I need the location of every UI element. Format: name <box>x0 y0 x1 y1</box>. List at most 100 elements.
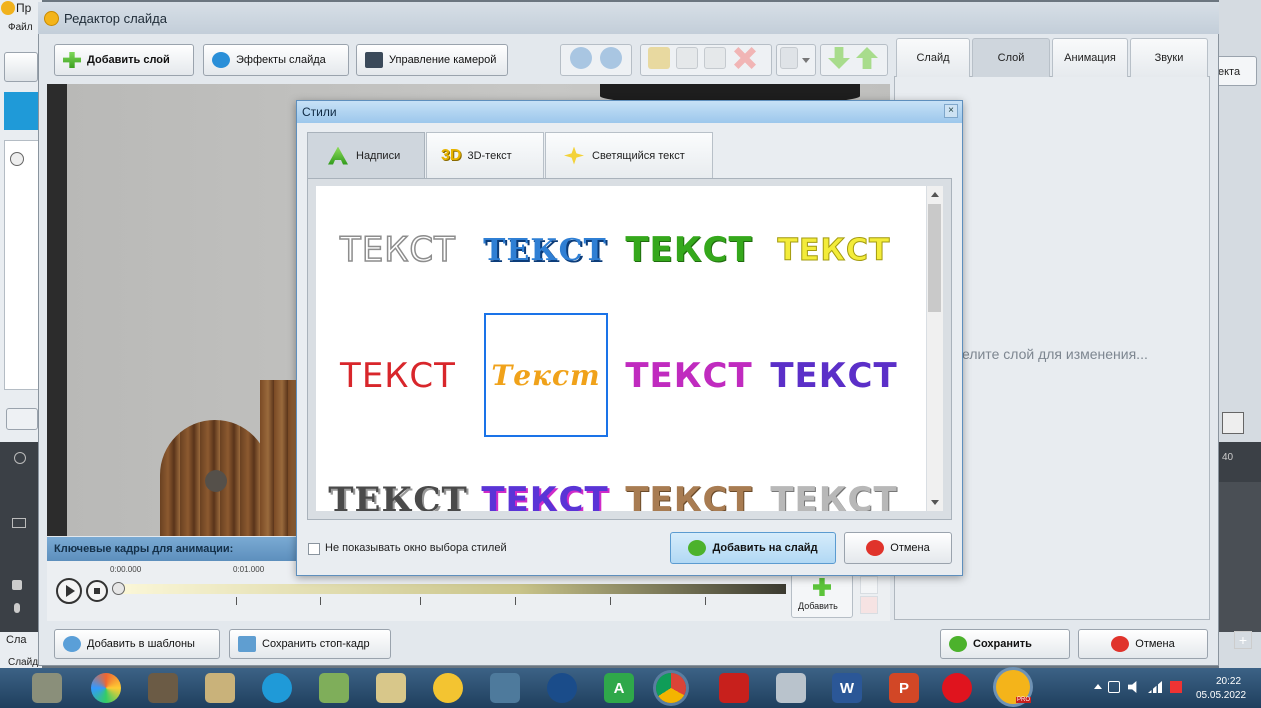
background-project-button[interactable]: екта <box>1213 56 1257 86</box>
excel-like-icon[interactable] <box>319 673 349 703</box>
tab-slide[interactable]: Слайд <box>896 38 970 77</box>
tab-captions[interactable]: Надписи <box>307 132 425 178</box>
timeline-tick <box>515 597 516 605</box>
chevron-down-icon[interactable] <box>802 58 810 63</box>
add-layer-button[interactable]: Добавить слой <box>54 44 194 76</box>
background-app-logo-icon <box>1 1 15 15</box>
paint-icon[interactable] <box>376 673 406 703</box>
scroll-thumb[interactable] <box>928 204 941 312</box>
timeline-track[interactable] <box>118 584 786 594</box>
paste-icon[interactable] <box>704 47 726 69</box>
start-icon[interactable] <box>32 673 62 703</box>
tray-chevron-icon[interactable] <box>1094 684 1102 689</box>
snowflake-icon <box>212 52 230 68</box>
dialog-cancel-button[interactable]: Отмена <box>844 532 952 564</box>
tab-3d-text[interactable]: 3D 3D-текст <box>426 132 544 178</box>
add-to-templates-button[interactable]: Добавить в шаблоны <box>54 629 220 659</box>
style-sample-blue-3d[interactable]: ТЕКСТ <box>483 188 607 312</box>
gimp-icon[interactable] <box>148 673 178 703</box>
background-status-text: Слайд <box>8 657 39 668</box>
colorful-app-icon[interactable] <box>91 673 121 703</box>
style-sample-pink-gradient[interactable]: ТЕКСТ <box>625 314 751 438</box>
background-play-icon[interactable] <box>10 152 24 166</box>
tab-layer[interactable]: Слой <box>972 38 1050 77</box>
tab-sounds[interactable]: Звуки <box>1130 38 1208 77</box>
background-app-title: Пр <box>16 1 32 15</box>
slide-effects-button[interactable]: Эффекты слайда <box>203 44 349 76</box>
undo-icon[interactable] <box>570 47 592 69</box>
stop-icon <box>94 588 100 594</box>
style-sample-dark-shadow[interactable]: ТЕКСТ <box>328 438 467 511</box>
save-freeze-frame-button[interactable]: Сохранить стоп-кадр <box>229 629 391 659</box>
pinwheel-icon[interactable] <box>433 673 463 703</box>
save-button[interactable]: Сохранить <box>940 629 1070 659</box>
save-label: Сохранить <box>973 638 1032 650</box>
clock-date[interactable]: 05.05.2022 <box>1196 690 1246 701</box>
clock-time[interactable]: 20:22 <box>1216 676 1241 687</box>
keyframes-title: Ключевые кадры для анимации: <box>54 543 234 555</box>
redo-icon[interactable] <box>600 47 622 69</box>
camera-control-button[interactable]: Управление камерой <box>356 44 508 76</box>
close-icon[interactable]: × <box>944 104 958 118</box>
style-sample-brown[interactable]: ТЕКСТ <box>625 438 751 511</box>
calculator-icon[interactable] <box>776 673 806 703</box>
photos-icon[interactable] <box>205 673 235 703</box>
style-sample-orange-script[interactable]: Текст <box>484 313 608 437</box>
background-fullscreen-icon[interactable] <box>1222 412 1244 434</box>
style-sample-silver[interactable]: ТЕКСТ <box>770 438 896 511</box>
background-round-button[interactable] <box>6 408 38 430</box>
background-camera-button[interactable] <box>4 52 38 82</box>
cut-icon[interactable] <box>648 47 670 69</box>
scroll-down-icon[interactable] <box>931 500 939 505</box>
edit-keyframe-icon[interactable] <box>860 576 878 594</box>
styles-dialog-titlebar <box>297 101 962 123</box>
tab-animation[interactable]: Анимация <box>1052 38 1128 77</box>
style-sample-yellow-outline[interactable]: ТЕКСТ <box>772 188 896 312</box>
pdf-icon[interactable] <box>719 673 749 703</box>
style-sample-green[interactable]: ТЕКСТ <box>625 188 751 312</box>
cancel-main-button[interactable]: Отмена <box>1078 629 1208 659</box>
styles-gallery-inner: ТЕКСТ ТЕКСТ ТЕКСТ ТЕКСТ ТЕКСТ Текст ТЕКС… <box>316 186 926 511</box>
add-keyframe-label: Добавить <box>798 601 838 611</box>
add-to-slide-button[interactable]: Добавить на слайд <box>670 532 836 564</box>
keyframe-time-0: 0:00.000 <box>110 565 142 574</box>
keyframe-time-1: 0:01.000 <box>233 565 265 574</box>
powerpoint-icon[interactable]: P <box>889 673 919 703</box>
tab-captions-label: Надписи <box>356 149 401 162</box>
background-track <box>1219 482 1261 632</box>
opera-icon[interactable] <box>942 673 972 703</box>
check-circle-icon <box>949 636 967 652</box>
headphones-icon[interactable] <box>547 673 577 703</box>
timeline-playhead[interactable] <box>112 582 125 595</box>
ie-icon[interactable] <box>262 673 292 703</box>
timeline-tick <box>420 597 421 605</box>
network-icon[interactable] <box>1108 681 1120 693</box>
timeline-tick <box>320 597 321 605</box>
background-add-icon[interactable]: + <box>1234 631 1252 649</box>
timeline-tick <box>610 597 611 605</box>
equalizer-icon[interactable] <box>490 673 520 703</box>
delete-keyframe-icon[interactable] <box>860 596 878 614</box>
timeline-tick <box>705 597 706 605</box>
dont-show-checkbox[interactable] <box>308 543 320 555</box>
style-sample-purple-gradient[interactable]: ТЕКСТ <box>770 314 896 438</box>
letter-a-icon <box>328 146 348 165</box>
add-layer-label: Добавить слой <box>87 54 170 66</box>
background-film-icon <box>12 518 26 528</box>
align-icon[interactable] <box>780 47 798 69</box>
chrome-icon[interactable] <box>656 673 686 703</box>
background-blue-panel <box>4 92 42 130</box>
timeline-tick <box>236 597 237 605</box>
plus-icon <box>63 52 81 68</box>
style-sample-outline-gray[interactable]: ТЕКСТ <box>336 188 460 312</box>
tab-glowing-text[interactable]: Светящийся текст <box>545 132 713 178</box>
style-sample-red-reflection[interactable]: ТЕКСТ <box>336 314 460 438</box>
style-sample-blue-magenta[interactable]: ТЕКСТ <box>481 438 607 511</box>
word-icon[interactable]: W <box>832 673 862 703</box>
store-icon[interactable]: A <box>604 673 634 703</box>
copy-icon[interactable] <box>676 47 698 69</box>
scroll-up-icon[interactable] <box>931 192 939 197</box>
background-menu-file[interactable]: Файл <box>8 22 33 33</box>
flag-icon[interactable] <box>1170 681 1182 693</box>
check-circle-icon <box>688 540 707 556</box>
